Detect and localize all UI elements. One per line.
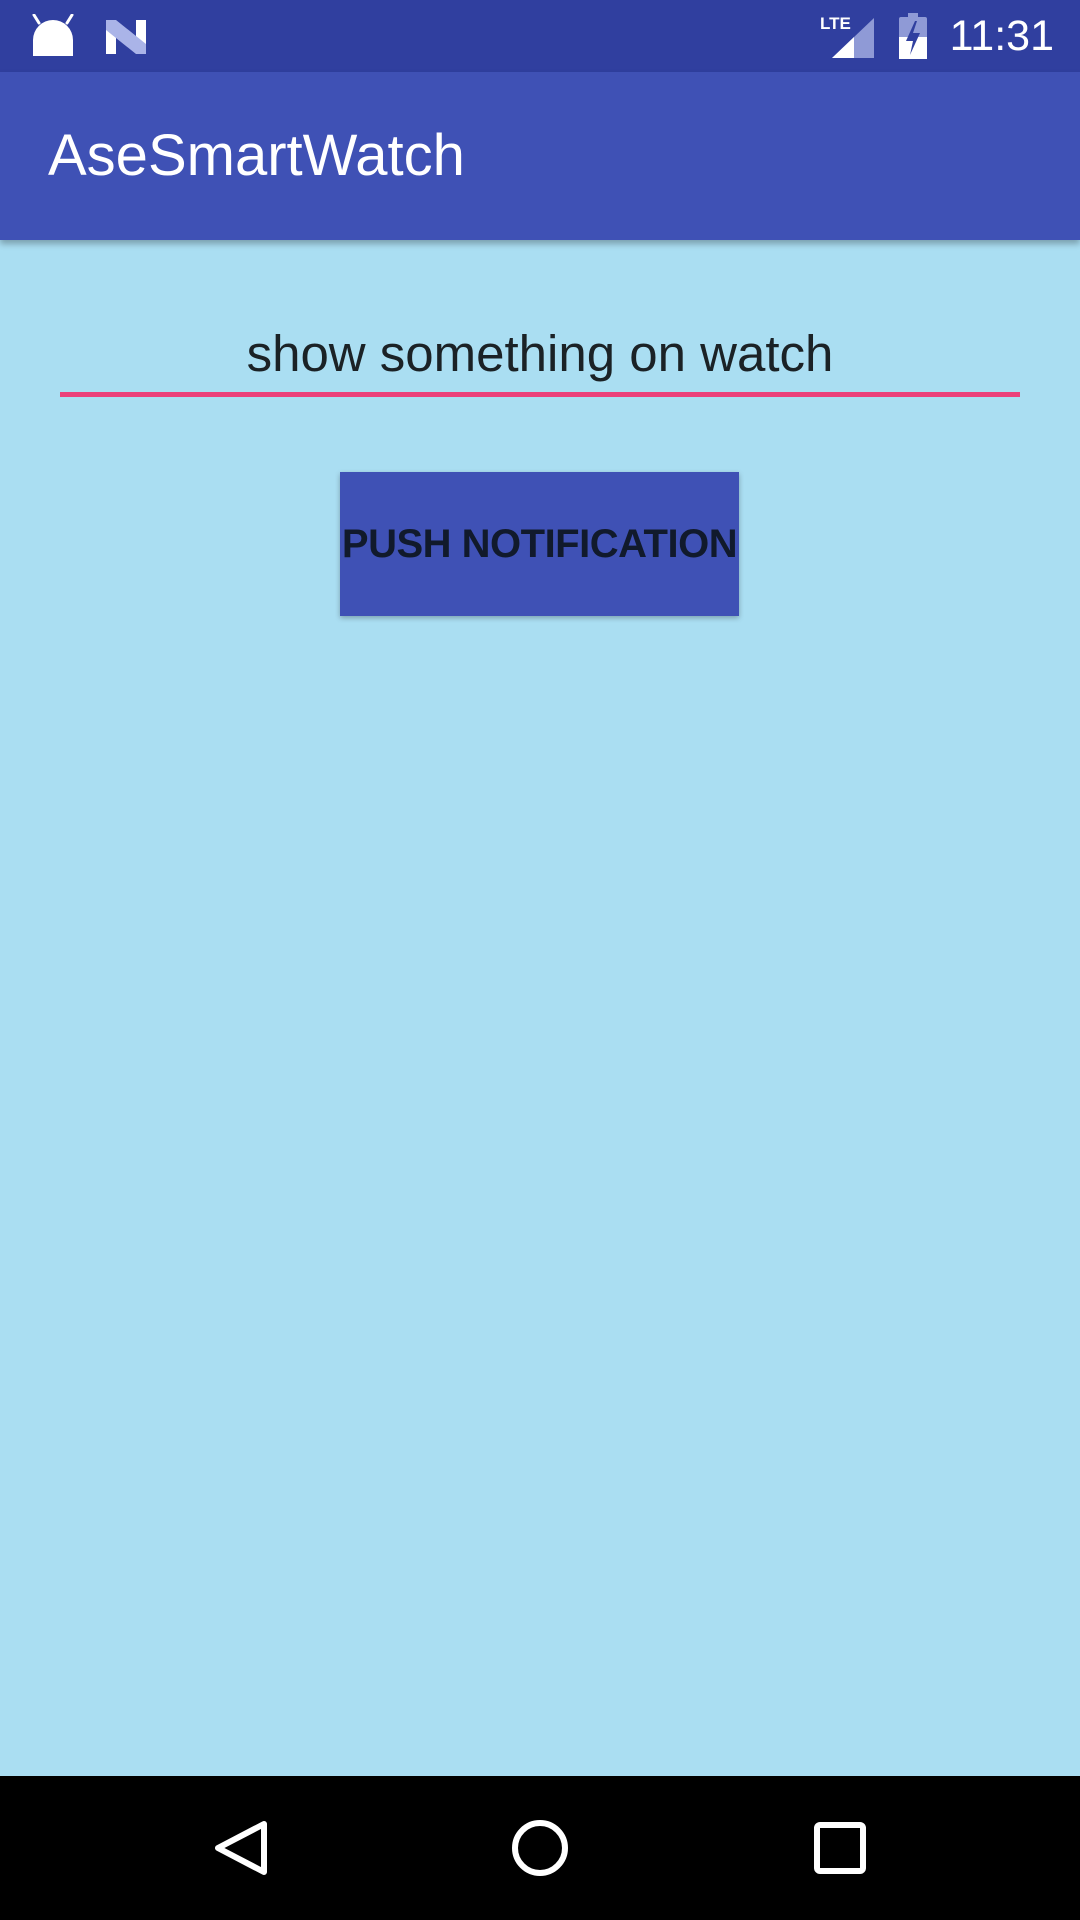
- svg-text:LTE: LTE: [820, 14, 851, 33]
- recents-icon[interactable]: [760, 1776, 920, 1920]
- status-bar: LTE 11:31: [0, 0, 1080, 72]
- status-time: 11:31: [949, 12, 1054, 60]
- home-icon[interactable]: [460, 1776, 620, 1920]
- main-content: PUSH NOTIFICATION: [0, 240, 1080, 1776]
- n-notification-icon: [104, 18, 148, 61]
- app-bar: AseSmartWatch: [0, 72, 1080, 240]
- android-icon: [30, 13, 76, 63]
- lte-signal-icon: LTE: [820, 12, 876, 63]
- back-icon[interactable]: [160, 1776, 320, 1920]
- battery-charging-icon: [898, 13, 928, 64]
- push-notification-button[interactable]: PUSH NOTIFICATION: [340, 472, 739, 616]
- message-input[interactable]: [60, 314, 1020, 397]
- navigation-bar: [0, 1776, 1080, 1920]
- app-title: AseSmartWatch: [48, 123, 465, 188]
